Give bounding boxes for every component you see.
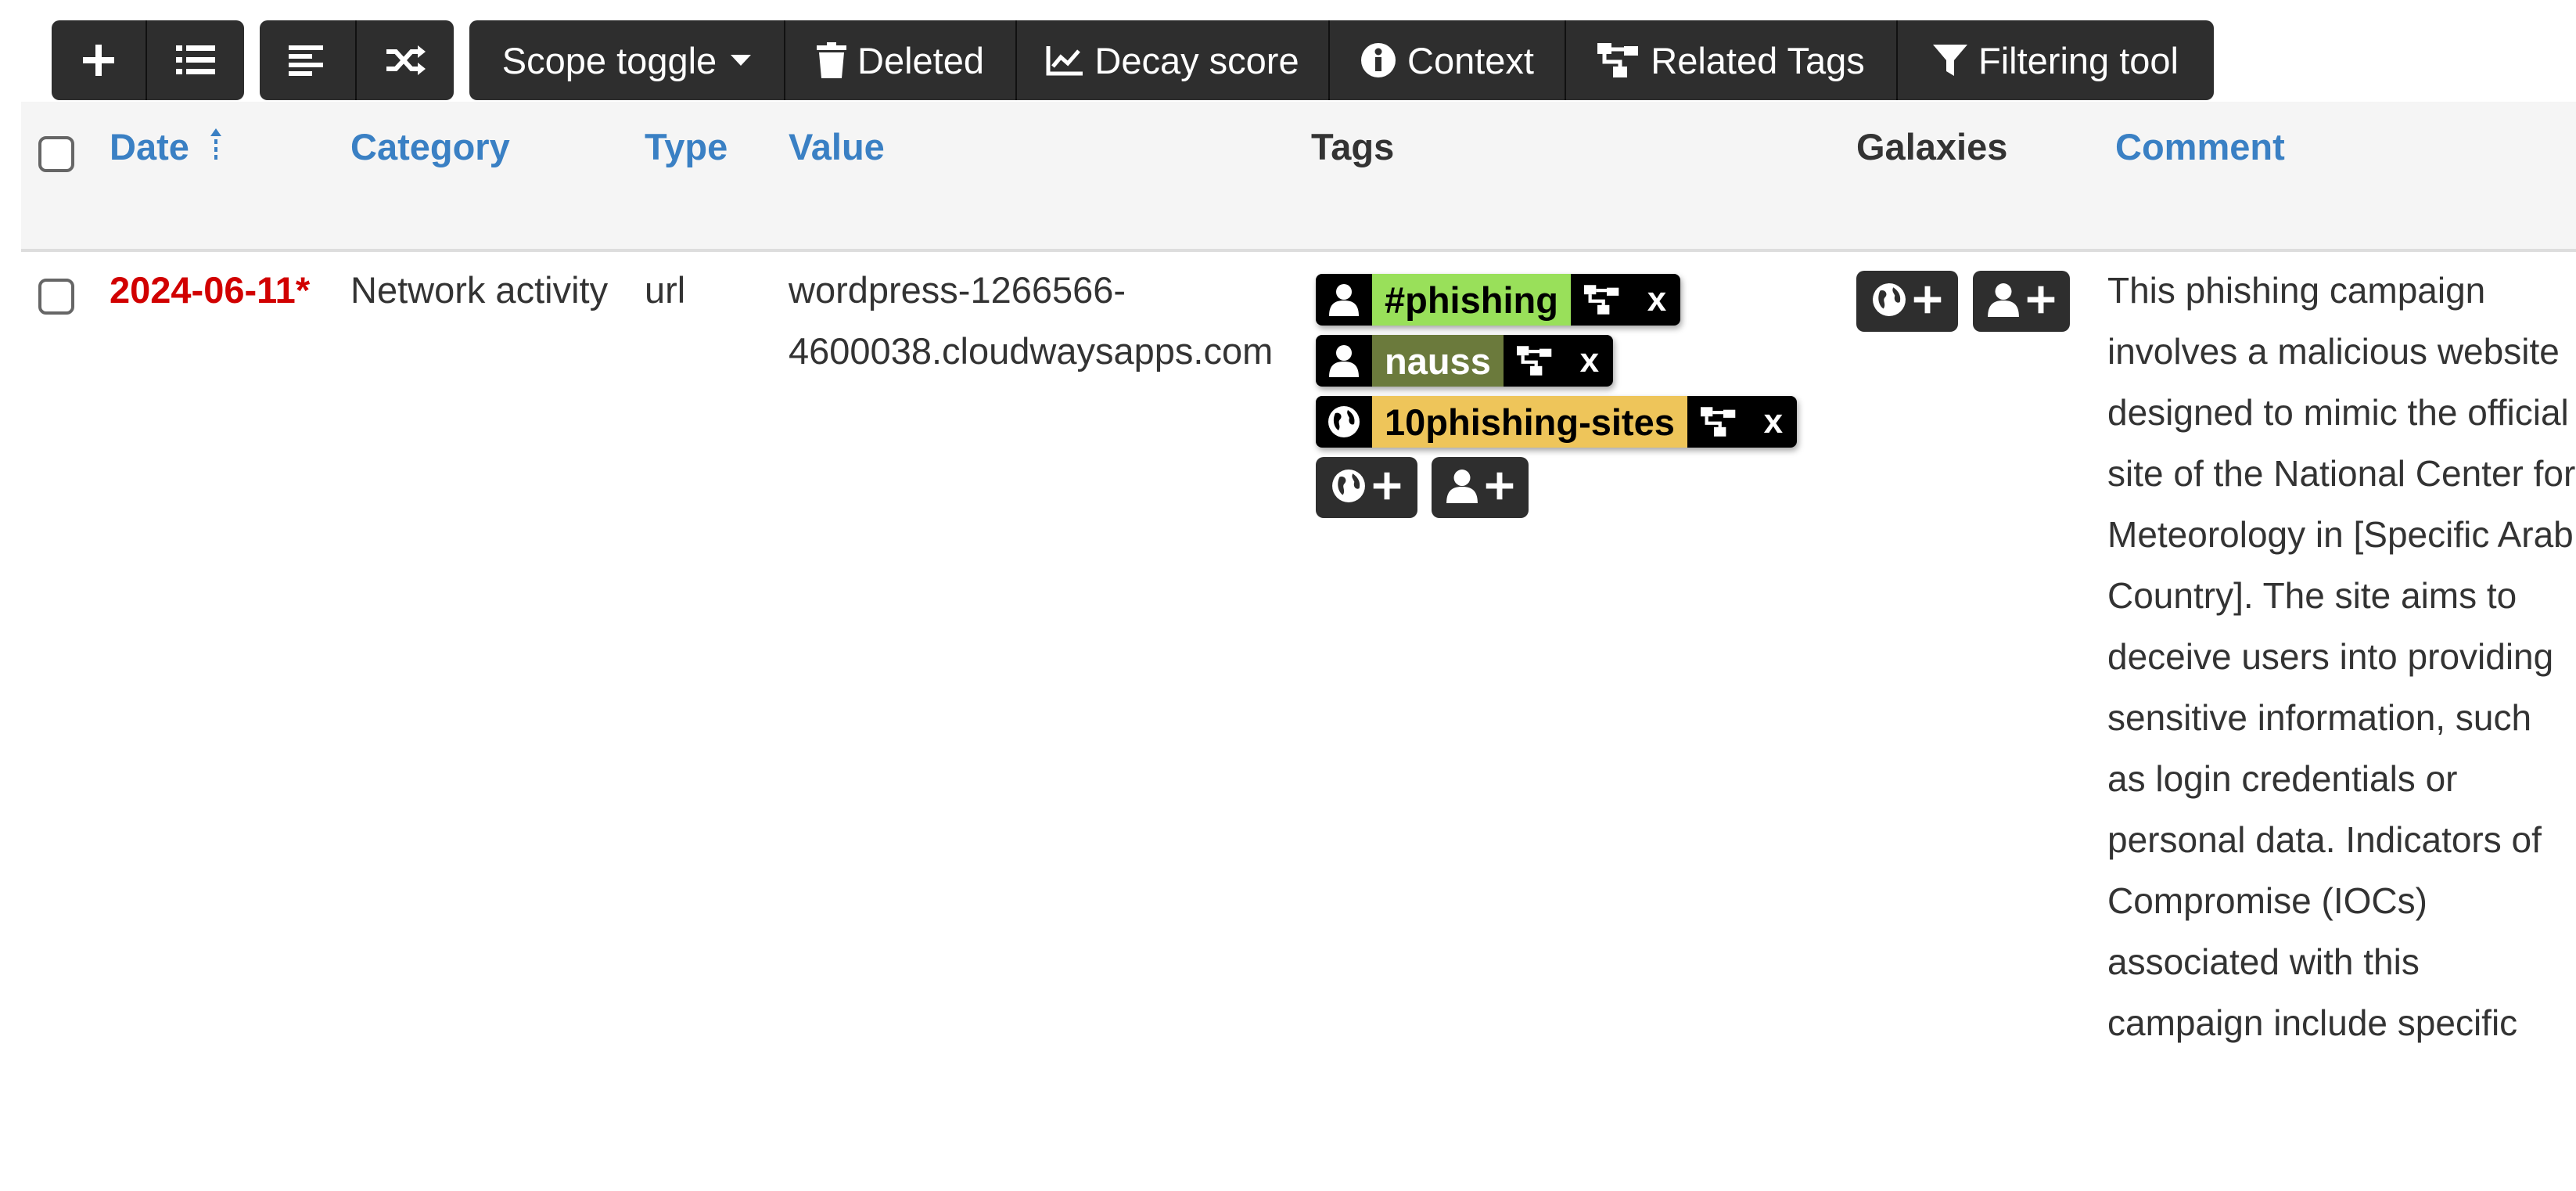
options-group: Scope toggle Deleted Decay score Context — [469, 20, 2214, 100]
info-icon — [1360, 42, 1396, 78]
row-type: url — [645, 269, 686, 311]
related-tags-button[interactable]: Related Tags — [1566, 20, 1898, 100]
select-all-checkbox[interactable] — [38, 136, 74, 172]
column-date-label: Date — [110, 126, 189, 167]
column-type[interactable]: Type — [645, 125, 728, 168]
plus-icon — [81, 43, 116, 77]
align-left-button[interactable] — [260, 20, 357, 100]
sitemap-icon — [1597, 43, 1640, 77]
filter-icon — [1933, 43, 1967, 77]
sitemap-icon[interactable] — [1687, 396, 1750, 448]
deleted-button[interactable]: Deleted — [785, 20, 1017, 100]
toolbar: Scope toggle Deleted Decay score Context — [52, 20, 2229, 100]
tag-name: #phishing — [1372, 274, 1571, 326]
user-icon — [1316, 274, 1372, 326]
row-comment: This phishing campaign involves a malici… — [2107, 270, 2576, 1043]
scope-toggle-button[interactable]: Scope toggle — [469, 20, 785, 100]
related-tags-label: Related Tags — [1651, 39, 1865, 81]
add-global-galaxy-button[interactable] — [1856, 271, 1958, 332]
filtering-tool-button[interactable]: Filtering tool — [1898, 20, 2214, 100]
add-local-galaxy-button[interactable] — [1973, 271, 2070, 332]
trash-icon — [817, 42, 846, 78]
tag-10phishing-sites[interactable]: 10phishing-sites x — [1316, 396, 1797, 448]
shuffle-button[interactable] — [357, 20, 454, 100]
row-date: 2024-06-11* — [110, 269, 311, 311]
tag-remove-button[interactable]: x — [1565, 335, 1613, 387]
plus-icon — [1372, 471, 1402, 505]
row-select-checkbox[interactable] — [38, 279, 74, 315]
chevron-down-icon — [731, 55, 752, 66]
tag-name: nauss — [1372, 335, 1504, 387]
column-tags: Tags — [1311, 126, 1395, 167]
align-left-icon — [289, 44, 326, 77]
user-icon — [1446, 469, 1478, 507]
column-galaxies: Galaxies — [1856, 126, 2008, 167]
shuffle-icon — [385, 44, 426, 77]
user-icon — [1987, 282, 2020, 321]
plus-icon — [2026, 285, 2056, 318]
context-label: Context — [1407, 39, 1534, 81]
table-header: Date Category Type Value Tags Galaxies C… — [21, 102, 2576, 252]
add-button[interactable] — [52, 20, 147, 100]
row-value[interactable]: wordpress-1266566- 4600038.cloudwaysapps… — [789, 260, 1273, 382]
column-category[interactable]: Category — [350, 125, 510, 168]
decay-score-label: Decay score — [1094, 39, 1299, 81]
filtering-tool-label: Filtering tool — [1978, 39, 2179, 81]
list-icon — [176, 44, 215, 77]
globe-icon — [1316, 396, 1372, 448]
view-group — [260, 20, 454, 100]
add-global-tag-button[interactable] — [1316, 457, 1417, 518]
plus-icon — [1913, 285, 1942, 318]
sitemap-icon[interactable] — [1503, 335, 1566, 387]
globe-icon — [1331, 469, 1366, 507]
column-value[interactable]: Value — [789, 125, 885, 168]
sitemap-icon[interactable] — [1570, 274, 1633, 326]
sort-asc-icon — [210, 125, 221, 168]
context-button[interactable]: Context — [1330, 20, 1566, 100]
row-category: Network activity — [350, 269, 609, 311]
globe-icon — [1872, 282, 1906, 321]
add-local-tag-button[interactable] — [1432, 457, 1529, 518]
list-button[interactable] — [147, 20, 244, 100]
attributes-table: Date Category Type Value Tags Galaxies C… — [21, 102, 2576, 1191]
row-value-line2: 4600038.cloudwaysapps.com — [789, 330, 1274, 372]
scope-toggle-label: Scope toggle — [501, 39, 717, 81]
column-date[interactable]: Date — [110, 125, 221, 168]
tag-remove-button[interactable]: x — [1749, 396, 1797, 448]
table-row: 2024-06-11* Network activity url wordpre… — [21, 252, 2576, 1191]
decay-score-button[interactable]: Decay score — [1017, 20, 1330, 100]
tag-phishing[interactable]: #phishing x — [1316, 274, 1680, 326]
tag-remove-button[interactable]: x — [1633, 274, 1680, 326]
add-list-group — [52, 20, 244, 100]
user-icon — [1316, 335, 1372, 387]
tag-name: 10phishing-sites — [1372, 396, 1687, 448]
plus-icon — [1485, 471, 1514, 505]
deleted-label: Deleted — [857, 39, 984, 81]
column-comment[interactable]: Comment — [2115, 125, 2285, 168]
tag-nauss[interactable]: nauss x — [1316, 335, 1613, 387]
row-value-line1: wordpress-1266566- — [789, 269, 1126, 311]
line-chart-icon — [1046, 45, 1083, 76]
